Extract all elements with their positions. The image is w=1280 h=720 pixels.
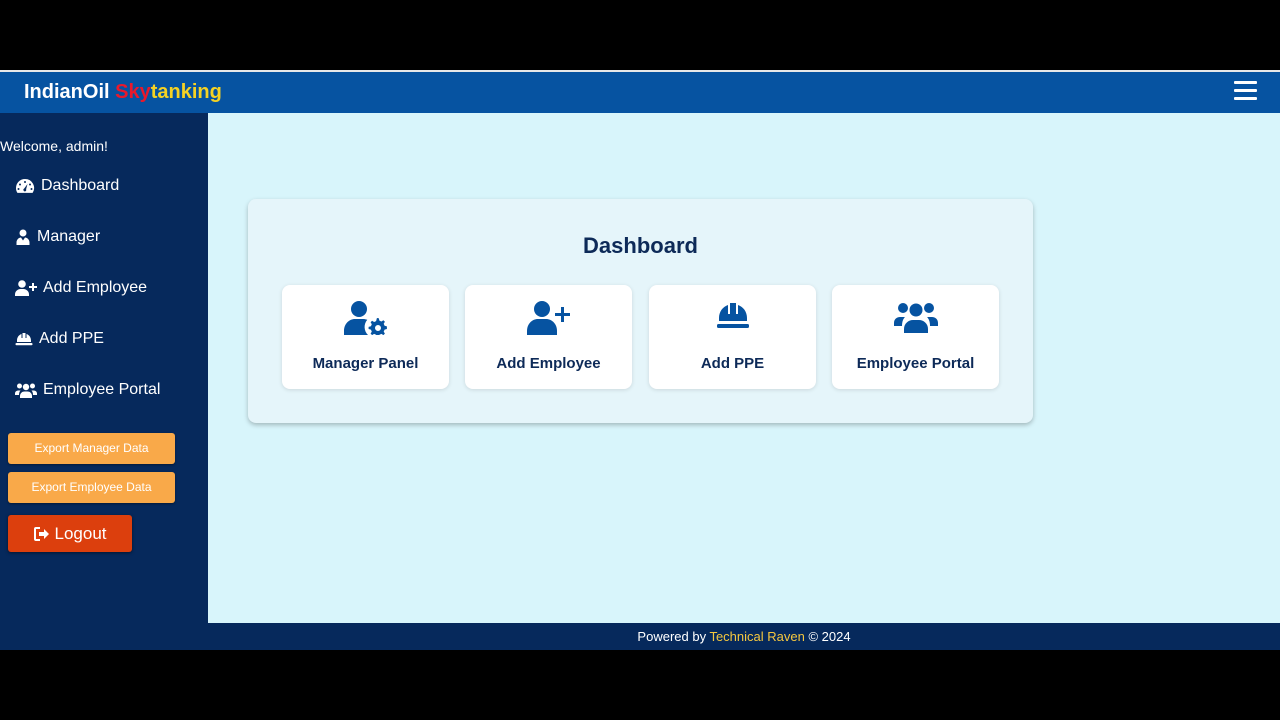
sidebar-item-dashboard[interactable]: Dashboard: [15, 177, 119, 195]
footer-link[interactable]: Technical Raven: [709, 629, 804, 644]
brand-logo[interactable]: IndianOil Skytanking: [24, 81, 222, 104]
brand-indianoil: IndianOil: [24, 81, 116, 103]
card-add-ppe[interactable]: Add PPE: [649, 285, 816, 389]
top-navbar: IndianOil Skytanking: [0, 72, 1280, 113]
sidebar-item-label: Add Employee: [43, 279, 148, 296]
card-label: Add Employee: [496, 355, 601, 372]
sidebar-item-add-ppe[interactable]: Add PPE: [15, 330, 104, 348]
card-manager-panel[interactable]: Manager Panel: [282, 285, 449, 389]
card-label: Manager Panel: [312, 355, 419, 372]
logout-button[interactable]: Logout: [8, 515, 132, 552]
users-icon: [893, 303, 938, 333]
logout-label: Logout: [54, 523, 107, 543]
sign-out-icon: [33, 526, 49, 541]
sidebar-item-label: Dashboard: [41, 177, 120, 194]
user-gear-icon: [343, 301, 387, 338]
sidebar-item-label: Manager: [37, 228, 101, 245]
sidebar-item-add-employee[interactable]: Add Employee: [15, 279, 147, 297]
hamburger-icon[interactable]: [1234, 81, 1258, 103]
card-add-employee[interactable]: Add Employee: [465, 285, 632, 389]
brand-tanking: tanking: [150, 81, 222, 103]
page-title: Dashboard: [583, 233, 698, 258]
sidebar-item-label: Add PPE: [39, 330, 104, 347]
card-employee-portal[interactable]: Employee Portal: [832, 285, 999, 389]
tachometer-icon: [16, 178, 35, 193]
sidebar-item-label: Employee Portal: [43, 381, 161, 398]
welcome-text: Welcome, admin!: [0, 138, 108, 154]
brand-sky: Sky: [115, 81, 151, 103]
export-manager-data-button[interactable]: Export Manager Data: [8, 433, 175, 464]
sidebar: Welcome, admin! Dashboard Manager Add Em…: [0, 113, 208, 623]
users-icon: [15, 383, 37, 398]
user-tie-icon: [16, 229, 30, 245]
hard-hat-icon: [716, 303, 749, 328]
export-employee-data-button[interactable]: Export Employee Data: [8, 472, 175, 503]
sidebar-item-manager[interactable]: Manager: [15, 228, 100, 246]
footer-suffix: © 2024: [804, 629, 851, 644]
card-label: Employee Portal: [856, 355, 975, 372]
dashboard-panel: Dashboard Manager Panel Add Employee Add…: [248, 199, 1033, 423]
sidebar-item-employee-portal[interactable]: Employee Portal: [15, 381, 160, 399]
card-label: Add PPE: [700, 355, 765, 372]
footer-left-bg: [0, 623, 208, 650]
user-plus-icon: [526, 301, 570, 335]
hard-hat-icon: [15, 333, 33, 346]
footer-prefix: Powered by: [637, 629, 710, 644]
user-plus-icon: [15, 280, 37, 296]
footer: Powered by Technical Raven © 2024: [208, 623, 1280, 650]
